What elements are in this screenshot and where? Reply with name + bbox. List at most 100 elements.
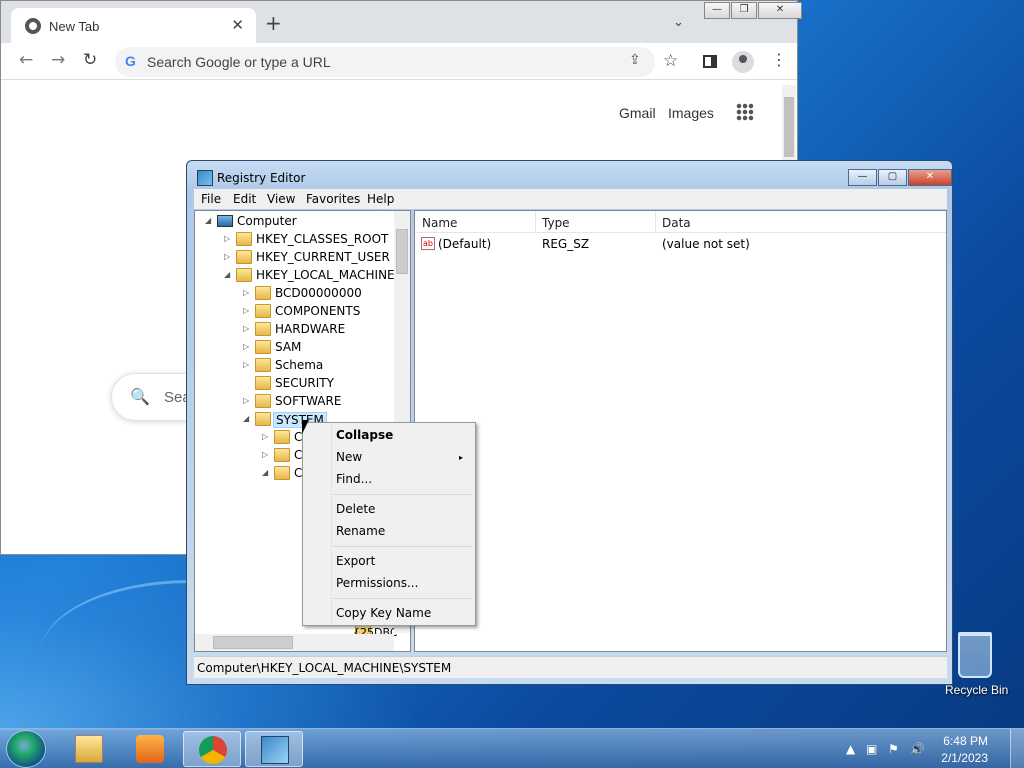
- list-header: Name Type Data: [415, 211, 946, 233]
- expander-icon[interactable]: ▷: [262, 432, 268, 441]
- tree-item-label: COMPONENTS: [275, 304, 361, 318]
- google-apps-icon[interactable]: [736, 103, 754, 121]
- bookmark-star-icon[interactable]: ☆: [663, 51, 678, 71]
- expander-icon[interactable]: ▷: [262, 450, 268, 459]
- folder-icon: [274, 466, 290, 480]
- expander-icon[interactable]: ▷: [243, 360, 249, 369]
- profile-avatar-icon[interactable]: [732, 51, 754, 73]
- menu-help[interactable]: Help: [367, 192, 394, 206]
- action-center-flag-icon[interactable]: ⚑: [888, 742, 899, 756]
- tree-item-label: SOFTWARE: [275, 394, 342, 408]
- clock-time[interactable]: 6:48 PM: [943, 734, 988, 748]
- column-name[interactable]: Name: [422, 216, 457, 230]
- expander-icon[interactable]: ▷: [224, 252, 230, 261]
- expander-icon[interactable]: ◢: [205, 216, 211, 225]
- menu-separator: [333, 494, 473, 495]
- tab-search-button[interactable]: ⌄: [673, 15, 684, 30]
- menu-separator: [333, 598, 473, 599]
- minimize-button[interactable]: —: [848, 169, 877, 186]
- menu-view[interactable]: View: [267, 192, 295, 206]
- menu-file[interactable]: File: [201, 192, 221, 206]
- google-g-icon: G: [125, 53, 136, 69]
- menu-item-copy-key-name[interactable]: Copy Key Name: [336, 606, 431, 620]
- menu-item-rename[interactable]: Rename: [336, 524, 385, 538]
- back-arrow-icon[interactable]: ←: [19, 52, 33, 69]
- menu-kebab-icon[interactable]: ⋮: [771, 52, 787, 68]
- expander-icon[interactable]: ◢: [243, 414, 249, 423]
- column-data[interactable]: Data: [662, 216, 691, 230]
- submenu-arrow-icon: ▸: [459, 453, 464, 462]
- menu-item-permissions[interactable]: Permissions...: [336, 576, 418, 590]
- chrome-window-controls: — ❐ ✕: [704, 2, 803, 19]
- address-placeholder: Search Google or type a URL: [147, 54, 331, 70]
- regedit-window-controls: — ▢ ✕: [848, 169, 953, 186]
- tree-item-label: SAM: [275, 340, 302, 354]
- close-button[interactable]: ✕: [758, 2, 802, 19]
- scroll-thumb[interactable]: [213, 636, 293, 649]
- status-path: Computer\HKEY_LOCAL_MACHINE\SYSTEM: [197, 661, 452, 675]
- column-type[interactable]: Type: [542, 216, 570, 230]
- share-icon[interactable]: ⇪: [629, 52, 641, 68]
- value-name[interactable]: (Default): [438, 237, 491, 251]
- menu-separator: [333, 546, 473, 547]
- expander-icon[interactable]: ▷: [224, 234, 230, 243]
- images-link[interactable]: Images: [668, 105, 714, 121]
- reload-icon[interactable]: ↻: [83, 52, 97, 69]
- scroll-thumb[interactable]: [396, 229, 408, 274]
- close-button[interactable]: ✕: [908, 169, 952, 186]
- recycle-bin-label[interactable]: Recycle Bin: [945, 683, 1008, 697]
- chrome-icon: [25, 18, 41, 34]
- expander-icon[interactable]: ▷: [243, 288, 249, 297]
- menu-item-export[interactable]: Export: [336, 554, 375, 568]
- value-data: (value not set): [662, 237, 750, 251]
- menu-bar: File Edit View Favorites Help: [194, 189, 947, 209]
- status-bar: Computer\HKEY_LOCAL_MACHINE\SYSTEM: [194, 656, 947, 678]
- gmail-link[interactable]: Gmail: [619, 105, 656, 121]
- folder-icon: [274, 448, 290, 462]
- expander-icon[interactable]: ▷: [243, 324, 249, 333]
- folder-icon: [255, 412, 271, 426]
- forward-arrow-icon[interactable]: →: [51, 52, 65, 69]
- taskbar-chrome[interactable]: [183, 731, 241, 767]
- tree-item-label: Schema: [275, 358, 324, 372]
- start-button[interactable]: [6, 730, 46, 768]
- recycle-bin-icon[interactable]: [958, 632, 992, 678]
- menu-item-find[interactable]: Find...: [336, 472, 372, 486]
- tree-item-label: Computer: [237, 214, 297, 228]
- taskbar-media-player[interactable]: [121, 731, 179, 767]
- values-list[interactable]: Name Type Data ab (Default) REG_SZ (valu…: [414, 210, 947, 652]
- side-panel-icon[interactable]: [703, 55, 717, 68]
- show-hidden-icons-icon[interactable]: ▲: [846, 742, 855, 756]
- network-icon[interactable]: ▣: [866, 742, 877, 756]
- scroll-thumb[interactable]: [784, 97, 794, 157]
- volume-icon[interactable]: 🔊: [910, 742, 925, 756]
- folder-icon: [255, 340, 271, 354]
- menu-favorites[interactable]: Favorites: [306, 192, 360, 206]
- taskbar-explorer[interactable]: [60, 731, 118, 767]
- clock-date[interactable]: 2/1/2023: [941, 751, 988, 765]
- expander-icon[interactable]: ◢: [224, 270, 230, 279]
- maximize-button[interactable]: ❐: [731, 2, 757, 19]
- menu-item-collapse[interactable]: Collapse: [336, 428, 393, 442]
- menu-item-delete[interactable]: Delete: [336, 502, 375, 516]
- tab-close-icon[interactable]: ✕: [231, 16, 244, 34]
- minimize-button[interactable]: —: [704, 2, 730, 19]
- taskbar-regedit[interactable]: [245, 731, 303, 767]
- menu-edit[interactable]: Edit: [233, 192, 256, 206]
- folder-icon: [255, 376, 271, 390]
- maximize-button[interactable]: ▢: [878, 169, 907, 186]
- new-tab-button[interactable]: +: [265, 13, 282, 33]
- folder-icon: [236, 250, 252, 264]
- computer-icon: [217, 215, 233, 227]
- show-desktop-button[interactable]: [1010, 729, 1024, 768]
- expander-icon[interactable]: ▷: [243, 306, 249, 315]
- folder-icon: [255, 394, 271, 408]
- expander-icon[interactable]: ▷: [243, 396, 249, 405]
- folder-icon: [236, 232, 252, 246]
- address-bar[interactable]: G Search Google or type a URL ⇪: [115, 47, 655, 77]
- tab-new-tab[interactable]: New Tab ✕: [11, 8, 256, 43]
- expander-icon[interactable]: ▷: [243, 342, 249, 351]
- menu-item-new[interactable]: New: [336, 450, 362, 464]
- tree-horizontal-scrollbar[interactable]: [195, 634, 394, 651]
- expander-icon[interactable]: ◢: [262, 468, 268, 477]
